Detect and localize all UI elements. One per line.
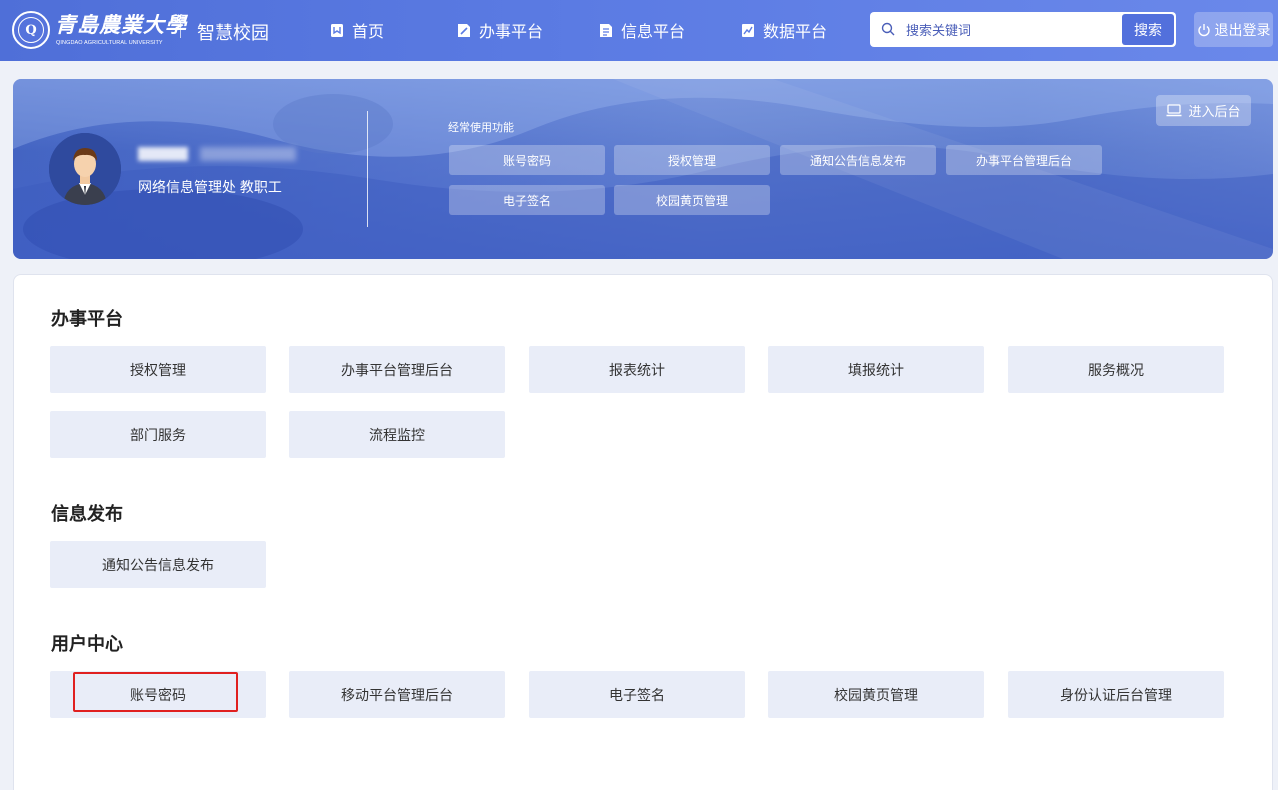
quick-account-password[interactable]: 账号密码 xyxy=(449,145,605,175)
quick-service-admin[interactable]: 办事平台管理后台 xyxy=(946,145,1102,175)
frequent-functions-title: 经常使用功能 xyxy=(448,122,514,134)
home-book-icon xyxy=(331,23,343,37)
user-name-blurred xyxy=(138,145,296,163)
user-avatar[interactable] xyxy=(49,133,121,205)
tile-notice-publish[interactable]: 通知公告信息发布 xyxy=(50,541,266,588)
banner-divider xyxy=(367,111,368,227)
chart-doc-icon xyxy=(742,23,754,37)
tile-department-service[interactable]: 部门服务 xyxy=(50,411,266,458)
tile-fill-stats[interactable]: 填报统计 xyxy=(768,346,984,393)
quick-notice-publish[interactable]: 通知公告信息发布 xyxy=(780,145,936,175)
university-seal-logo[interactable]: Q xyxy=(12,11,50,49)
laptop-icon xyxy=(1166,104,1182,117)
logout-button[interactable]: 退出登录 xyxy=(1194,12,1273,47)
tile-account-password[interactable]: 账号密码 xyxy=(50,671,266,718)
university-name-logo[interactable]: 青島農業大學 xyxy=(55,9,187,39)
user-portrait-icon xyxy=(49,133,121,205)
profile-banner: 网络信息管理处 教职工 经常使用功能 账号密码 授权管理 通知公告信息发布 办事… xyxy=(13,79,1273,259)
nav-home-label: 首页 xyxy=(352,24,385,41)
user-department-role: 网络信息管理处 教职工 xyxy=(138,179,282,195)
tile-service-admin[interactable]: 办事平台管理后台 xyxy=(289,346,505,393)
tile-yellow-pages[interactable]: 校园黄页管理 xyxy=(768,671,984,718)
tile-service-overview[interactable]: 服务概况 xyxy=(1008,346,1224,393)
search-icon xyxy=(881,22,895,36)
quick-yellow-pages[interactable]: 校园黄页管理 xyxy=(614,185,770,215)
quick-authorization[interactable]: 授权管理 xyxy=(614,145,770,175)
nav-service-label: 办事平台 xyxy=(479,24,544,41)
logo-divider xyxy=(180,22,181,38)
nav-info-label: 信息平台 xyxy=(621,24,686,41)
section-title-service: 办事平台 xyxy=(51,309,123,329)
quick-e-signature[interactable]: 电子签名 xyxy=(449,185,605,215)
section-title-info: 信息发布 xyxy=(51,504,123,524)
search-button[interactable]: 搜索 xyxy=(1122,14,1174,45)
site-name: 智慧校园 xyxy=(197,23,269,43)
search-input[interactable] xyxy=(906,20,1106,40)
document-edit-icon xyxy=(458,23,470,37)
tile-report-stats[interactable]: 报表统计 xyxy=(529,346,745,393)
nav-service-platform[interactable]: 办事平台 xyxy=(457,18,543,42)
section-title-user-center: 用户中心 xyxy=(51,634,123,654)
nav-data-label: 数据平台 xyxy=(763,24,828,41)
function-panel: 办事平台 授权管理 办事平台管理后台 报表统计 填报统计 服务概况 部门服务 流… xyxy=(13,274,1273,790)
nav-info-platform[interactable]: 信息平台 xyxy=(599,18,685,42)
tile-authorization[interactable]: 授权管理 xyxy=(50,346,266,393)
nav-home[interactable]: 首页 xyxy=(330,18,384,42)
nav-data-platform[interactable]: 数据平台 xyxy=(741,18,827,42)
tile-mobile-admin[interactable]: 移动平台管理后台 xyxy=(289,671,505,718)
university-english-name: QINGDAO AGRICULTURAL UNIVERSITY xyxy=(56,40,163,46)
tile-e-signature[interactable]: 电子签名 xyxy=(529,671,745,718)
enter-admin-label: 进入后台 xyxy=(1188,104,1241,119)
enter-admin-button[interactable]: 进入后台 xyxy=(1156,95,1251,126)
tile-identity-admin[interactable]: 身份认证后台管理 xyxy=(1008,671,1224,718)
search-bar: 搜索 xyxy=(870,12,1176,47)
tile-process-monitor[interactable]: 流程监控 xyxy=(289,411,505,458)
document-list-icon xyxy=(600,23,612,37)
power-icon xyxy=(1197,23,1210,36)
top-navbar: Q 青島農業大學 QINGDAO AGRICULTURAL UNIVERSITY… xyxy=(0,0,1278,61)
logout-label: 退出登录 xyxy=(1214,21,1271,38)
